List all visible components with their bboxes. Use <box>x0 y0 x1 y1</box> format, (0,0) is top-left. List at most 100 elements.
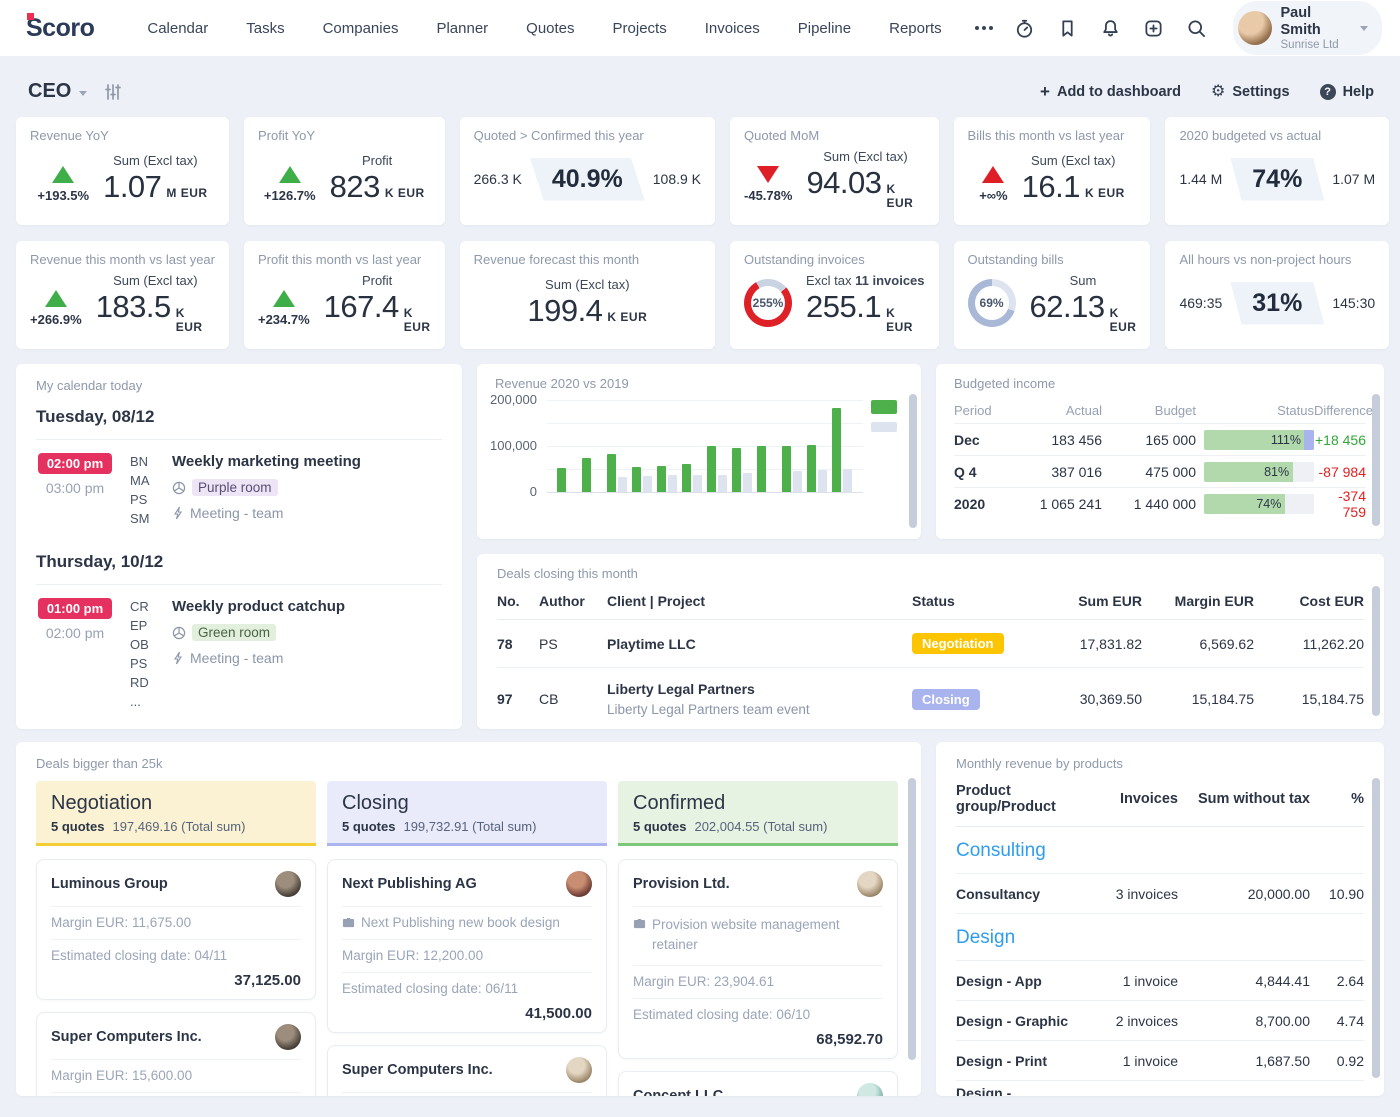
bookmark-icon[interactable] <box>1050 9 1085 47</box>
nav-item-pipeline[interactable]: Pipeline <box>779 11 870 46</box>
kpi-profit-yoy[interactable]: Profit YoY +126.7% Profit 823K EUR <box>244 117 445 225</box>
event-start-badge: 01:00 pm <box>38 598 112 619</box>
kpi-budgeted-vs-actual[interactable]: 2020 budgeted vs actual 1.44 M 74% 1.07 … <box>1165 117 1389 225</box>
nav-item-reports[interactable]: Reports <box>870 11 961 46</box>
trend-up-icon <box>52 166 74 183</box>
scrollbar-thumb[interactable] <box>1372 394 1380 526</box>
kanban-column-closing: Closing 5 quotes199,732.91 (Total sum) N… <box>327 781 607 1096</box>
kpi-revenue-yoy[interactable]: Revenue YoY +193.5% Sum (Excl tax) 1.07M… <box>16 117 229 225</box>
event-end-time: 02:00 pm <box>36 625 114 641</box>
kpi-quoted-mom[interactable]: Quoted MoM -45.78% Sum (Excl tax) 94.03K… <box>730 117 939 225</box>
user-name: Paul Smith <box>1281 5 1345 38</box>
help-button[interactable]: ?Help <box>1320 84 1374 100</box>
kpi-quoted-confirmed[interactable]: Quoted > Confirmed this year 266.3 K 40.… <box>460 117 715 225</box>
table-header: PeriodActualBudgetStatusDifference <box>954 397 1366 423</box>
calendar-event[interactable]: 01:00 pm 02:00 pm CR EP OB PS RD ... Wee… <box>36 584 442 721</box>
bar-2019 <box>618 477 627 492</box>
search-icon[interactable] <box>1179 9 1214 47</box>
table-row[interactable]: 78 PS Playtime LLC Negotiation 17,831.82… <box>497 620 1364 668</box>
kpi-outstanding-bills[interactable]: Outstanding bills 69% Sum 62.13K EUR <box>954 241 1151 349</box>
bar-2020 <box>707 446 716 492</box>
room-badge: Green room <box>192 624 276 641</box>
deal-card[interactable]: Concept LLC Margin EUR: 9,779.25 <box>618 1071 898 1097</box>
dashboard-title[interactable]: CEO <box>28 80 71 103</box>
activity-type-icon <box>172 506 184 520</box>
event-name: Weekly marketing meeting <box>172 453 361 470</box>
bar-group <box>832 408 853 492</box>
scrollbar-thumb[interactable] <box>909 394 917 528</box>
bar-2019 <box>818 470 827 492</box>
notifications-bell-icon[interactable] <box>1093 9 1128 47</box>
ratio-badge: 74% <box>1230 158 1324 201</box>
ratio-badge: 31% <box>1230 282 1324 325</box>
nav-item-tasks[interactable]: Tasks <box>227 11 303 46</box>
monthly-revenue-panel: Monthly revenue by products Product grou… <box>936 742 1384 1096</box>
nav-item-companies[interactable]: Companies <box>304 11 418 46</box>
scoro-logo[interactable]: Scoro <box>26 14 94 43</box>
bar-2019 <box>718 475 727 492</box>
kpi-revenue-this-month[interactable]: Revenue this month vs last year +266.9% … <box>16 241 229 349</box>
nav-item-planner[interactable]: Planner <box>417 11 507 46</box>
panel-title: Deals closing this month <box>497 566 1364 581</box>
product-group-link[interactable]: Design <box>956 914 1364 961</box>
table-row[interactable]: 97 CB Liberty Legal PartnersLiberty Lega… <box>497 668 1364 729</box>
briefcase-icon <box>342 916 355 929</box>
table-row[interactable]: Q 4 387 016 475 000 81% -87 984 <box>954 455 1366 487</box>
bar-2020 <box>782 446 791 492</box>
user-menu[interactable]: Paul Smith Sunrise Ltd <box>1233 1 1382 54</box>
trend-up-icon <box>273 290 295 307</box>
panel-title: Budgeted income <box>954 376 1366 391</box>
deal-card[interactable]: Next Publishing AG Next Publishing new b… <box>327 859 607 1033</box>
chevron-down-icon <box>1360 26 1368 31</box>
deal-card[interactable]: Provision Ltd. Provision website managem… <box>618 859 898 1059</box>
settings-button[interactable]: ⚙Settings <box>1211 84 1290 100</box>
y-tick: 0 <box>477 484 537 499</box>
kpi-profit-this-month[interactable]: Profit this month vs last year +234.7% P… <box>244 241 445 349</box>
nav-item-projects[interactable]: Projects <box>594 11 686 46</box>
table-row[interactable]: 2020 1 065 241 1 440 000 74% -374 759 <box>954 487 1366 519</box>
room-badge: Purple room <box>192 479 278 496</box>
status-bar: 111% <box>1204 430 1314 450</box>
scrollbar-thumb[interactable] <box>908 778 916 1060</box>
room-icon <box>172 481 186 495</box>
more-menu-icon[interactable] <box>961 16 1007 40</box>
calendar-day-header: Tuesday, 08/12 <box>36 407 442 427</box>
bar-2019 <box>743 473 752 492</box>
add-new-icon[interactable] <box>1136 9 1171 47</box>
room-icon <box>172 626 186 640</box>
calendar-event[interactable]: 02:00 pm 03:00 pm BN MA PS SM Weekly mar… <box>36 439 442 538</box>
add-to-dashboard-button[interactable]: +Add to dashboard <box>1040 83 1181 100</box>
kpi-bills-vs-last-year[interactable]: Bills this month vs last year +∞% Sum (E… <box>954 117 1151 225</box>
bar-group <box>557 468 578 492</box>
bar-group <box>732 448 753 492</box>
bar-group <box>607 454 628 492</box>
trend-up-icon <box>279 166 301 183</box>
deal-card[interactable]: Super Computers Inc. Margin EUR: 15,600.… <box>36 1012 316 1096</box>
y-tick: 200,000 <box>477 392 537 407</box>
deal-card[interactable]: Luminous Group Margin EUR: 11,675.00 Est… <box>36 859 316 1000</box>
chart-legend <box>871 400 897 432</box>
scrollbar-thumb[interactable] <box>1372 586 1380 716</box>
table-row: Design - Print1 invoice1,687.500.92 <box>956 1041 1364 1081</box>
bar-2020 <box>557 468 566 492</box>
table-row: Design - App1 invoice4,844.412.64 <box>956 961 1364 1001</box>
scrollbar-thumb[interactable] <box>1372 778 1380 1078</box>
budgeted-income-panel: Budgeted income PeriodActualBudgetStatus… <box>936 364 1384 539</box>
calendar-day-header: Thursday, 10/12 <box>36 552 442 572</box>
plus-icon: + <box>1040 83 1050 100</box>
filters-sliders-icon[interactable] <box>103 82 123 102</box>
nav-item-quotes[interactable]: Quotes <box>507 11 593 46</box>
dashboard-chevron-down-icon[interactable] <box>79 91 87 96</box>
deal-card[interactable]: Super Computers Inc. Margin EUR: 19,900.… <box>327 1045 607 1096</box>
table-row[interactable]: Dec 183 456 165 000 111% +18 456 <box>954 423 1366 455</box>
kpi-hours-ratio[interactable]: All hours vs non-project hours 469:35 31… <box>1165 241 1389 349</box>
bar-group <box>657 466 678 492</box>
nav-item-calendar[interactable]: Calendar <box>128 11 227 46</box>
event-type: Meeting - team <box>190 650 283 666</box>
kpi-outstanding-invoices[interactable]: Outstanding invoices 255% Excl tax 11 in… <box>730 241 939 349</box>
kpi-revenue-forecast[interactable]: Revenue forecast this month Sum (Excl ta… <box>460 241 715 349</box>
kanban-column-negotiation: Negotiation 5 quotes197,469.16 (Total su… <box>36 781 316 1096</box>
timer-icon[interactable] <box>1007 9 1042 47</box>
product-group-link[interactable]: Consulting <box>956 827 1364 874</box>
nav-item-invoices[interactable]: Invoices <box>686 11 779 46</box>
